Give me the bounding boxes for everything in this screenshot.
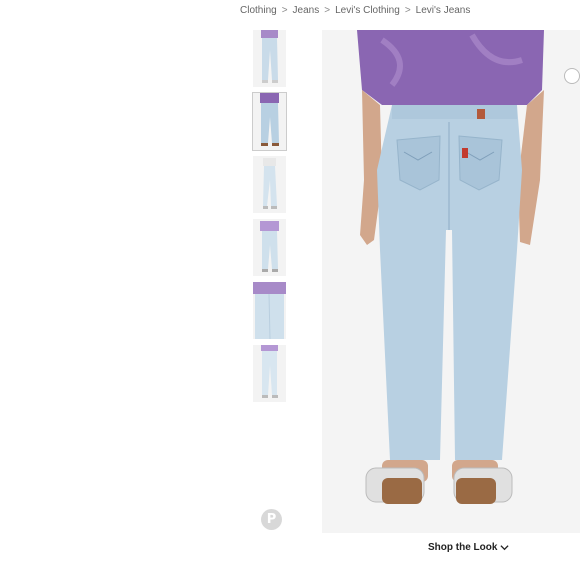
breadcrumb-separator: > [324, 5, 331, 16]
shop-the-look-button[interactable]: Shop the Look [428, 542, 510, 553]
shop-the-look-label: Shop the Look [428, 542, 498, 553]
main-product-image[interactable] [322, 30, 580, 533]
next-image-arrow-icon[interactable] [564, 68, 580, 84]
breadcrumb-levis-clothing[interactable]: Levi's Clothing [335, 5, 400, 19]
breadcrumb-jeans[interactable]: Jeans [293, 5, 320, 19]
thumbnail-front[interactable] [253, 30, 286, 87]
breadcrumb-clothing[interactable]: Clothing [240, 5, 277, 19]
chevron-down-icon [500, 545, 510, 551]
breadcrumb: Clothing > Jeans > Levi's Clothing > Lev… [240, 5, 470, 19]
breadcrumb-separator: > [281, 5, 288, 16]
pinterest-icon[interactable]: P [261, 509, 282, 530]
thumbnail-side[interactable] [253, 156, 286, 213]
thumbnail-detail[interactable] [253, 282, 286, 339]
thumbnail-back[interactable] [252, 92, 287, 151]
breadcrumb-levis-jeans[interactable]: Levi's Jeans [416, 5, 471, 19]
pinterest-glyph: P [266, 512, 277, 527]
breadcrumb-separator: > [404, 5, 411, 16]
thumbnail-front-legs[interactable] [253, 345, 286, 402]
thumbnail-front-full[interactable] [253, 219, 286, 276]
